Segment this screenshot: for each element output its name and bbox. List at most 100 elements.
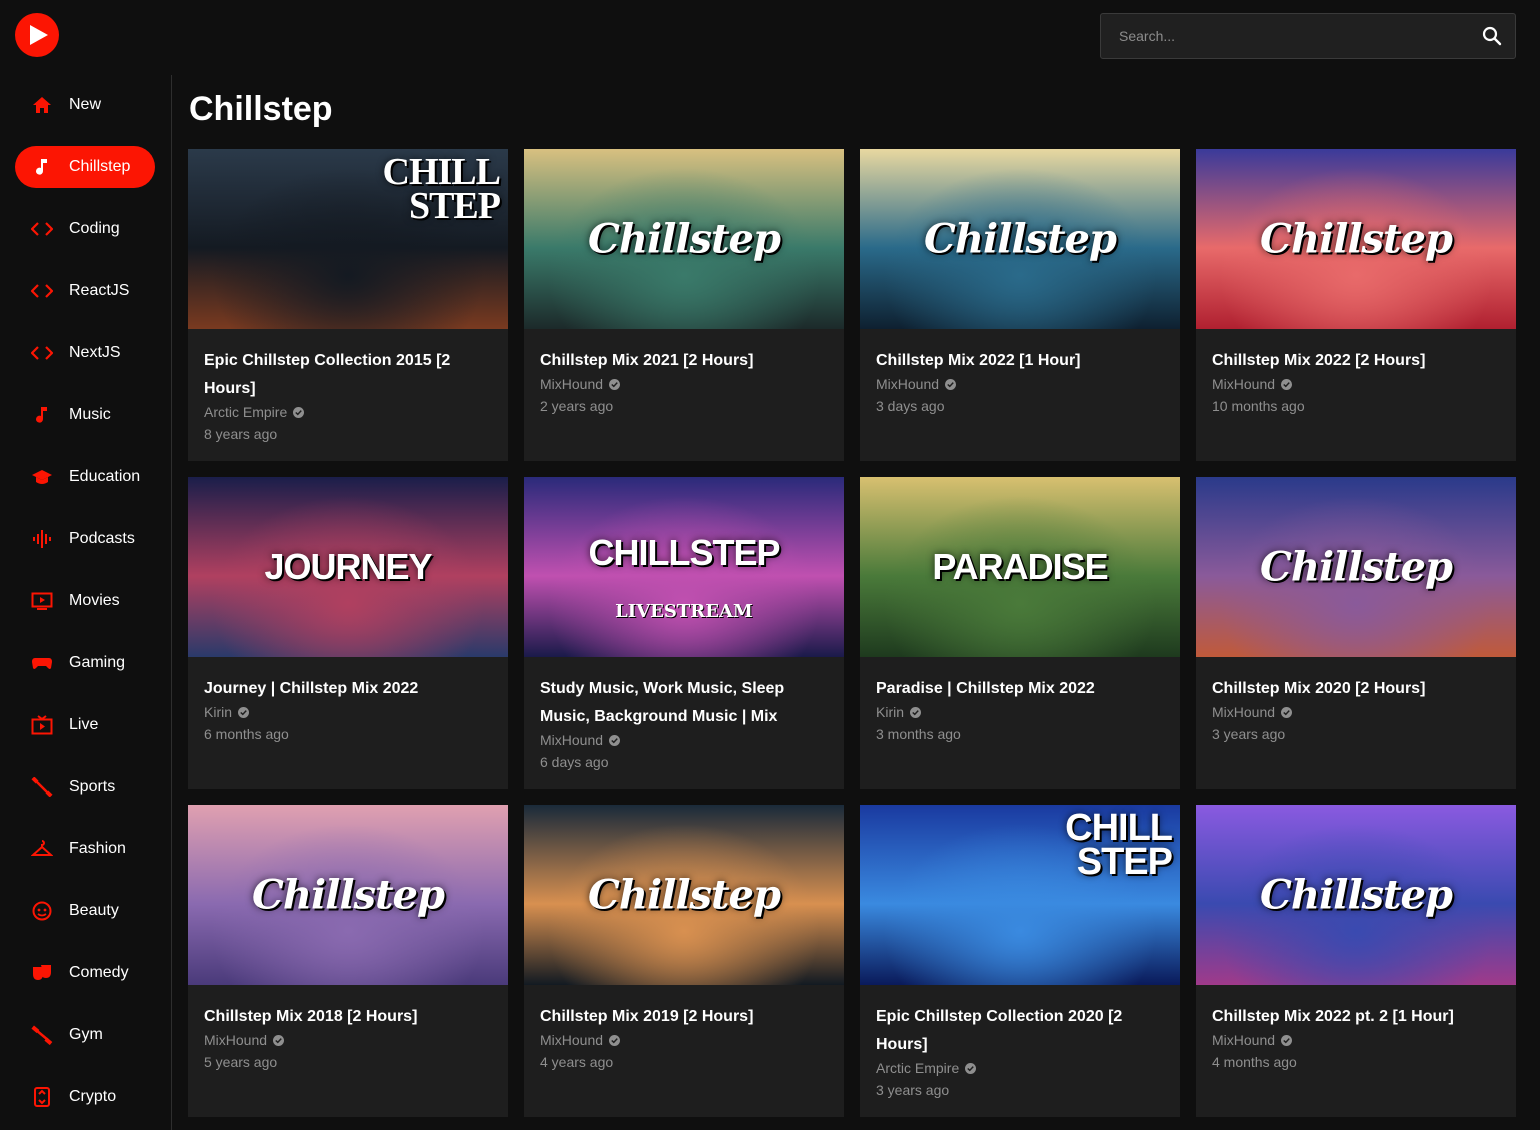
video-card[interactable]: Chillstep Chillstep Mix 2020 [2 Hours] Mix…	[1196, 477, 1516, 789]
sidebar-item-podcasts[interactable]: Podcasts	[15, 518, 155, 560]
channel-name[interactable]: Kirin	[876, 701, 1164, 723]
app-logo[interactable]	[14, 12, 60, 58]
channel-name[interactable]: Arctic Empire	[204, 401, 492, 423]
sidebar-item-label: ReactJS	[69, 282, 130, 299]
channel-name-text: MixHound	[1212, 704, 1276, 720]
video-title[interactable]: Chillstep Mix 2022 [2 Hours]	[1212, 347, 1500, 375]
thumbnail-title-text: Chillstep	[1260, 215, 1453, 263]
sidebar-item-education[interactable]: Education	[15, 456, 155, 498]
search-icon[interactable]	[1481, 25, 1503, 47]
video-card[interactable]: Chillstep Chillstep Mix 2022 [2 Hours] Mix…	[1196, 149, 1516, 461]
gamepad-icon	[31, 652, 53, 674]
verified-check-icon	[293, 406, 305, 418]
music-note-icon	[31, 404, 53, 426]
video-thumbnail[interactable]: PARADISE	[860, 477, 1180, 657]
video-card[interactable]: CHILL STEP Epic Chillstep Collection 2020…	[860, 805, 1180, 1117]
tv-icon	[31, 590, 53, 612]
video-info: Chillstep Mix 2021 [2 Hours] MixHound 2 ye…	[524, 329, 844, 417]
channel-name[interactable]: Arctic Empire	[876, 1057, 1164, 1079]
channel-name[interactable]: MixHound	[1212, 1029, 1500, 1051]
verified-check-icon	[609, 378, 621, 390]
channel-name[interactable]: MixHound	[540, 1029, 828, 1051]
sidebar-item-comedy[interactable]: Comedy	[15, 952, 155, 994]
verified-check-icon	[945, 378, 957, 390]
sidebar-item-music[interactable]: Music	[15, 394, 155, 436]
video-title[interactable]: Chillstep Mix 2022 [1 Hour]	[876, 347, 1164, 375]
video-thumbnail[interactable]: CHILL STEP	[860, 805, 1180, 985]
thumbnail-title-text: Chillstep	[924, 215, 1117, 263]
video-card[interactable]: Chillstep Chillstep Mix 2022 pt. 2 [1 Hou…	[1196, 805, 1516, 1117]
video-card[interactable]: Chillstep Chillstep Mix 2022 [1 Hour] MixH…	[860, 149, 1180, 461]
channel-name[interactable]: MixHound	[1212, 701, 1500, 723]
verified-check-icon	[609, 734, 621, 746]
crypto-icon	[31, 1086, 53, 1108]
sidebar-item-movies[interactable]: Movies	[15, 580, 155, 622]
video-card[interactable]: PARADISE Paradise | Chillstep Mix 2022 Kir…	[860, 477, 1180, 789]
channel-name[interactable]: MixHound	[204, 1029, 492, 1051]
upload-age: 3 years ago	[876, 1082, 950, 1098]
sidebar-item-reactjs[interactable]: ReactJS	[15, 270, 155, 312]
channel-name-text: MixHound	[540, 376, 604, 392]
sidebar-item-nextjs[interactable]: NextJS	[15, 332, 155, 374]
video-title[interactable]: Chillstep Mix 2021 [2 Hours]	[540, 347, 828, 375]
channel-name[interactable]: MixHound	[540, 373, 828, 395]
channel-name[interactable]: Kirin	[204, 701, 492, 723]
soundwave-icon	[31, 528, 53, 550]
video-title[interactable]: Chillstep Mix 2018 [2 Hours]	[204, 1003, 492, 1031]
video-title[interactable]: Chillstep Mix 2022 pt. 2 [1 Hour]	[1212, 1003, 1500, 1031]
sidebar-item-new[interactable]: New	[15, 84, 155, 126]
sidebar-item-label: Fashion	[69, 840, 126, 857]
video-title[interactable]: Chillstep Mix 2019 [2 Hours]	[540, 1003, 828, 1031]
video-card[interactable]: JOURNEY Journey | Chillstep Mix 2022 Kirin…	[188, 477, 508, 789]
sidebar-item-coding[interactable]: Coding	[15, 208, 155, 250]
sidebar-item-beauty[interactable]: Beauty	[15, 890, 155, 932]
upload-age: 5 years ago	[204, 1054, 278, 1070]
video-thumbnail[interactable]: CHILL STEP	[188, 149, 508, 329]
video-thumbnail[interactable]: Chillstep	[188, 805, 508, 985]
sidebar-item-fashion[interactable]: Fashion	[15, 828, 155, 870]
verified-check-icon	[910, 706, 922, 718]
video-info: Chillstep Mix 2022 pt. 2 [1 Hour] MixHoun…	[1196, 985, 1516, 1073]
video-thumbnail[interactable]: Chillstep	[1196, 477, 1516, 657]
sidebar-item-gaming[interactable]: Gaming	[15, 642, 155, 684]
sidebar-item-live[interactable]: Live	[15, 704, 155, 746]
verified-check-icon	[609, 1034, 621, 1046]
sidebar-item-label: Comedy	[69, 964, 129, 981]
music-note-icon	[31, 156, 53, 178]
sidebar-item-chillstep[interactable]: Chillstep	[15, 146, 155, 188]
video-thumbnail[interactable]: Chillstep	[860, 149, 1180, 329]
video-thumbnail[interactable]: JOURNEY	[188, 477, 508, 657]
sidebar-item-gym[interactable]: Gym	[15, 1014, 155, 1056]
sidebar-item-label: Gym	[69, 1026, 103, 1043]
sidebar-item-crypto[interactable]: Crypto	[15, 1076, 155, 1118]
channel-name-text: MixHound	[1212, 1032, 1276, 1048]
search-input[interactable]	[1119, 28, 1481, 44]
thumbnail-title-text: Chillstep	[1260, 871, 1453, 919]
sidebar-item-label: Sports	[69, 778, 116, 795]
channel-name[interactable]: MixHound	[876, 373, 1164, 395]
channel-name[interactable]: MixHound	[1212, 373, 1500, 395]
video-thumbnail[interactable]: Chillstep	[1196, 805, 1516, 985]
thumbnail-title-text: JOURNEY	[264, 546, 432, 587]
video-title[interactable]: Epic Chillstep Collection 2020 [2 Hours]	[876, 1003, 1164, 1059]
video-title[interactable]: Study Music, Work Music, Sleep Music, Ba…	[540, 675, 828, 731]
video-card[interactable]: Chillstep Chillstep Mix 2019 [2 Hours] Mix…	[524, 805, 844, 1117]
home-icon	[31, 94, 53, 116]
video-thumbnail[interactable]: Chillstep	[1196, 149, 1516, 329]
video-thumbnail[interactable]: CHILLSTEP LIVESTREAM	[524, 477, 844, 657]
video-card[interactable]: CHILLSTEP LIVESTREAM Study Music, Work Mus…	[524, 477, 844, 789]
video-card[interactable]: CHILL STEP Epic Chillstep Collection 2015…	[188, 149, 508, 461]
sidebar-item-sports[interactable]: Sports	[15, 766, 155, 808]
video-thumbnail[interactable]: Chillstep	[524, 805, 844, 985]
video-title[interactable]: Paradise | Chillstep Mix 2022	[876, 675, 1164, 703]
video-title[interactable]: Epic Chillstep Collection 2015 [2 Hours]	[204, 347, 492, 403]
face-icon	[31, 900, 53, 922]
video-thumbnail[interactable]: Chillstep	[524, 149, 844, 329]
upload-age: 3 months ago	[876, 726, 961, 742]
channel-name[interactable]: MixHound	[540, 729, 828, 751]
video-card[interactable]: Chillstep Chillstep Mix 2021 [2 Hours] Mix…	[524, 149, 844, 461]
video-title[interactable]: Journey | Chillstep Mix 2022	[204, 675, 492, 703]
video-title[interactable]: Chillstep Mix 2020 [2 Hours]	[1212, 675, 1500, 703]
channel-name-text: Kirin	[204, 704, 233, 720]
video-card[interactable]: Chillstep Chillstep Mix 2018 [2 Hours] Mix…	[188, 805, 508, 1117]
